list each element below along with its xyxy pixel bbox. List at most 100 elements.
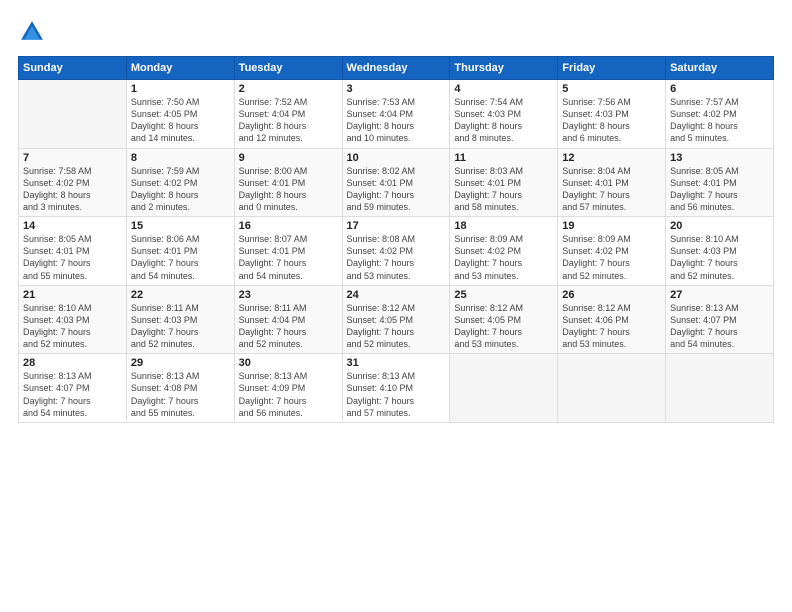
calendar-day-4: 4Sunrise: 7:54 AMSunset: 4:03 PMDaylight… xyxy=(450,80,558,149)
calendar-day-3: 3Sunrise: 7:53 AMSunset: 4:04 PMDaylight… xyxy=(342,80,450,149)
day-number: 19 xyxy=(562,220,661,232)
calendar-day-9: 9Sunrise: 8:00 AMSunset: 4:01 PMDaylight… xyxy=(234,148,342,217)
day-number: 29 xyxy=(131,357,230,369)
calendar-day-16: 16Sunrise: 8:07 AMSunset: 4:01 PMDayligh… xyxy=(234,217,342,286)
weekday-header-thursday: Thursday xyxy=(450,57,558,80)
day-info: Sunrise: 8:07 AMSunset: 4:01 PMDaylight:… xyxy=(239,233,338,282)
calendar-day-30: 30Sunrise: 8:13 AMSunset: 4:09 PMDayligh… xyxy=(234,354,342,423)
calendar-week-row: 28Sunrise: 8:13 AMSunset: 4:07 PMDayligh… xyxy=(19,354,774,423)
day-info: Sunrise: 8:13 AMSunset: 4:08 PMDaylight:… xyxy=(131,370,230,419)
calendar-day-10: 10Sunrise: 8:02 AMSunset: 4:01 PMDayligh… xyxy=(342,148,450,217)
calendar-week-row: 1Sunrise: 7:50 AMSunset: 4:05 PMDaylight… xyxy=(19,80,774,149)
day-number: 1 xyxy=(131,83,230,95)
day-number: 9 xyxy=(239,152,338,164)
day-info: Sunrise: 8:09 AMSunset: 4:02 PMDaylight:… xyxy=(454,233,553,282)
day-info: Sunrise: 8:12 AMSunset: 4:06 PMDaylight:… xyxy=(562,302,661,351)
weekday-header-row: SundayMondayTuesdayWednesdayThursdayFrid… xyxy=(19,57,774,80)
calendar-day-empty xyxy=(450,354,558,423)
day-number: 2 xyxy=(239,83,338,95)
day-info: Sunrise: 8:13 AMSunset: 4:07 PMDaylight:… xyxy=(23,370,122,419)
day-info: Sunrise: 8:12 AMSunset: 4:05 PMDaylight:… xyxy=(347,302,446,351)
day-number: 23 xyxy=(239,289,338,301)
day-info: Sunrise: 7:52 AMSunset: 4:04 PMDaylight:… xyxy=(239,96,338,145)
day-info: Sunrise: 8:03 AMSunset: 4:01 PMDaylight:… xyxy=(454,165,553,214)
day-info: Sunrise: 8:05 AMSunset: 4:01 PMDaylight:… xyxy=(670,165,769,214)
day-number: 11 xyxy=(454,152,553,164)
weekday-header-sunday: Sunday xyxy=(19,57,127,80)
day-number: 4 xyxy=(454,83,553,95)
day-number: 14 xyxy=(23,220,122,232)
day-info: Sunrise: 7:54 AMSunset: 4:03 PMDaylight:… xyxy=(454,96,553,145)
day-info: Sunrise: 8:04 AMSunset: 4:01 PMDaylight:… xyxy=(562,165,661,214)
weekday-header-wednesday: Wednesday xyxy=(342,57,450,80)
day-number: 8 xyxy=(131,152,230,164)
calendar-day-8: 8Sunrise: 7:59 AMSunset: 4:02 PMDaylight… xyxy=(126,148,234,217)
day-number: 17 xyxy=(347,220,446,232)
day-number: 28 xyxy=(23,357,122,369)
day-number: 12 xyxy=(562,152,661,164)
calendar-day-empty xyxy=(666,354,774,423)
calendar-day-23: 23Sunrise: 8:11 AMSunset: 4:04 PMDayligh… xyxy=(234,285,342,354)
calendar-day-1: 1Sunrise: 7:50 AMSunset: 4:05 PMDaylight… xyxy=(126,80,234,149)
calendar-day-17: 17Sunrise: 8:08 AMSunset: 4:02 PMDayligh… xyxy=(342,217,450,286)
day-info: Sunrise: 7:59 AMSunset: 4:02 PMDaylight:… xyxy=(131,165,230,214)
day-info: Sunrise: 8:12 AMSunset: 4:05 PMDaylight:… xyxy=(454,302,553,351)
calendar-week-row: 14Sunrise: 8:05 AMSunset: 4:01 PMDayligh… xyxy=(19,217,774,286)
day-info: Sunrise: 8:05 AMSunset: 4:01 PMDaylight:… xyxy=(23,233,122,282)
calendar-day-6: 6Sunrise: 7:57 AMSunset: 4:02 PMDaylight… xyxy=(666,80,774,149)
weekday-header-friday: Friday xyxy=(558,57,666,80)
page: SundayMondayTuesdayWednesdayThursdayFrid… xyxy=(0,0,792,612)
logo-icon xyxy=(18,18,46,46)
day-info: Sunrise: 8:10 AMSunset: 4:03 PMDaylight:… xyxy=(670,233,769,282)
day-info: Sunrise: 8:08 AMSunset: 4:02 PMDaylight:… xyxy=(347,233,446,282)
calendar-day-empty xyxy=(558,354,666,423)
calendar-day-26: 26Sunrise: 8:12 AMSunset: 4:06 PMDayligh… xyxy=(558,285,666,354)
day-info: Sunrise: 7:56 AMSunset: 4:03 PMDaylight:… xyxy=(562,96,661,145)
calendar-day-20: 20Sunrise: 8:10 AMSunset: 4:03 PMDayligh… xyxy=(666,217,774,286)
day-number: 15 xyxy=(131,220,230,232)
day-info: Sunrise: 7:58 AMSunset: 4:02 PMDaylight:… xyxy=(23,165,122,214)
day-number: 3 xyxy=(347,83,446,95)
day-number: 18 xyxy=(454,220,553,232)
calendar-day-7: 7Sunrise: 7:58 AMSunset: 4:02 PMDaylight… xyxy=(19,148,127,217)
day-number: 26 xyxy=(562,289,661,301)
day-number: 30 xyxy=(239,357,338,369)
day-number: 5 xyxy=(562,83,661,95)
day-number: 6 xyxy=(670,83,769,95)
weekday-header-tuesday: Tuesday xyxy=(234,57,342,80)
day-info: Sunrise: 8:10 AMSunset: 4:03 PMDaylight:… xyxy=(23,302,122,351)
day-info: Sunrise: 8:02 AMSunset: 4:01 PMDaylight:… xyxy=(347,165,446,214)
calendar-day-28: 28Sunrise: 8:13 AMSunset: 4:07 PMDayligh… xyxy=(19,354,127,423)
calendar-day-2: 2Sunrise: 7:52 AMSunset: 4:04 PMDaylight… xyxy=(234,80,342,149)
day-number: 13 xyxy=(670,152,769,164)
day-info: Sunrise: 8:00 AMSunset: 4:01 PMDaylight:… xyxy=(239,165,338,214)
day-number: 10 xyxy=(347,152,446,164)
calendar-day-24: 24Sunrise: 8:12 AMSunset: 4:05 PMDayligh… xyxy=(342,285,450,354)
day-info: Sunrise: 7:50 AMSunset: 4:05 PMDaylight:… xyxy=(131,96,230,145)
calendar-day-25: 25Sunrise: 8:12 AMSunset: 4:05 PMDayligh… xyxy=(450,285,558,354)
calendar-day-15: 15Sunrise: 8:06 AMSunset: 4:01 PMDayligh… xyxy=(126,217,234,286)
calendar-day-empty xyxy=(19,80,127,149)
day-info: Sunrise: 8:06 AMSunset: 4:01 PMDaylight:… xyxy=(131,233,230,282)
calendar-day-12: 12Sunrise: 8:04 AMSunset: 4:01 PMDayligh… xyxy=(558,148,666,217)
calendar-day-27: 27Sunrise: 8:13 AMSunset: 4:07 PMDayligh… xyxy=(666,285,774,354)
day-info: Sunrise: 8:13 AMSunset: 4:09 PMDaylight:… xyxy=(239,370,338,419)
day-number: 31 xyxy=(347,357,446,369)
weekday-header-monday: Monday xyxy=(126,57,234,80)
calendar-day-11: 11Sunrise: 8:03 AMSunset: 4:01 PMDayligh… xyxy=(450,148,558,217)
day-info: Sunrise: 8:09 AMSunset: 4:02 PMDaylight:… xyxy=(562,233,661,282)
header xyxy=(18,18,774,46)
calendar-table: SundayMondayTuesdayWednesdayThursdayFrid… xyxy=(18,56,774,423)
calendar-day-19: 19Sunrise: 8:09 AMSunset: 4:02 PMDayligh… xyxy=(558,217,666,286)
calendar-day-22: 22Sunrise: 8:11 AMSunset: 4:03 PMDayligh… xyxy=(126,285,234,354)
day-number: 22 xyxy=(131,289,230,301)
day-number: 25 xyxy=(454,289,553,301)
calendar-day-13: 13Sunrise: 8:05 AMSunset: 4:01 PMDayligh… xyxy=(666,148,774,217)
logo xyxy=(18,18,48,46)
calendar-day-29: 29Sunrise: 8:13 AMSunset: 4:08 PMDayligh… xyxy=(126,354,234,423)
day-number: 24 xyxy=(347,289,446,301)
day-info: Sunrise: 7:53 AMSunset: 4:04 PMDaylight:… xyxy=(347,96,446,145)
calendar-day-21: 21Sunrise: 8:10 AMSunset: 4:03 PMDayligh… xyxy=(19,285,127,354)
day-info: Sunrise: 7:57 AMSunset: 4:02 PMDaylight:… xyxy=(670,96,769,145)
calendar-week-row: 21Sunrise: 8:10 AMSunset: 4:03 PMDayligh… xyxy=(19,285,774,354)
